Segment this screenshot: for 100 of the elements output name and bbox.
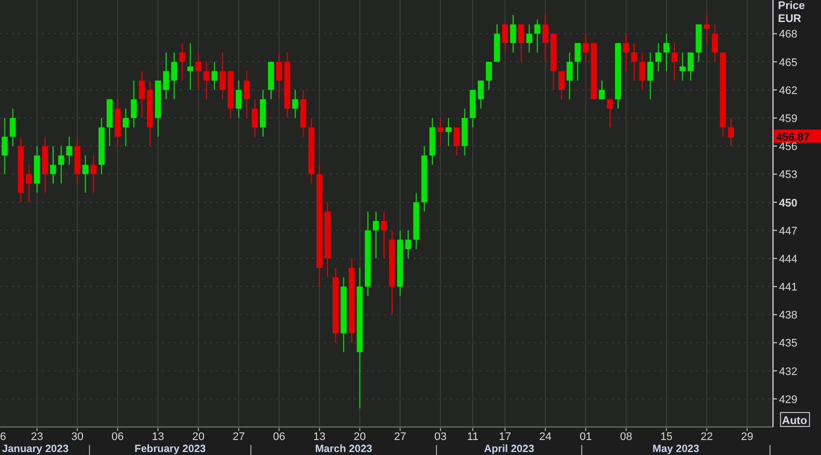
candlestick bbox=[292, 89, 298, 118]
candlestick bbox=[462, 108, 468, 156]
axis-label: 01 bbox=[580, 431, 592, 443]
axis-label: 23 bbox=[30, 431, 44, 443]
candlestick bbox=[704, 14, 710, 44]
candlestick bbox=[421, 146, 428, 212]
axis-label: 22 bbox=[700, 431, 713, 443]
candlestick bbox=[429, 117, 436, 166]
candlestick bbox=[566, 52, 573, 100]
candlestick bbox=[615, 42, 622, 110]
axis-label: 453 bbox=[779, 169, 798, 182]
candlestick bbox=[502, 24, 508, 53]
candlestick bbox=[381, 211, 387, 259]
candlestick bbox=[228, 70, 234, 118]
candlestick bbox=[574, 42, 581, 82]
month-label: January 2023 bbox=[2, 443, 69, 455]
candlestick bbox=[155, 80, 162, 138]
candlestick bbox=[146, 80, 153, 147]
candlestick bbox=[308, 117, 314, 184]
candlestick bbox=[405, 230, 412, 259]
candlestick bbox=[672, 42, 678, 82]
axis-label: 456 bbox=[779, 141, 798, 154]
candlestick bbox=[550, 33, 556, 90]
axis-label: 27 bbox=[232, 431, 245, 443]
candlestick bbox=[454, 126, 460, 156]
auto-button[interactable]: Auto bbox=[780, 412, 810, 427]
axis-label: 465 bbox=[779, 56, 798, 69]
axis-label: 30 bbox=[71, 431, 84, 443]
axis-label: 13 bbox=[152, 431, 164, 443]
axis-label: 429 bbox=[779, 394, 798, 406]
axis-label: 11 bbox=[467, 431, 478, 443]
candlestick bbox=[74, 136, 80, 184]
candlestick bbox=[663, 33, 670, 72]
candlestick bbox=[582, 33, 589, 62]
candlestick bbox=[18, 136, 24, 203]
candlestick bbox=[130, 80, 137, 128]
candlestick bbox=[187, 42, 194, 90]
axis-label: 468 bbox=[779, 28, 798, 41]
candlestick bbox=[470, 89, 476, 128]
candlestick bbox=[623, 33, 630, 72]
candlestick bbox=[655, 42, 662, 72]
axis-label: 24 bbox=[539, 431, 552, 443]
axis-label: 444 bbox=[779, 253, 798, 266]
candlestick bbox=[478, 80, 484, 110]
candlestick bbox=[397, 230, 404, 296]
candlestick bbox=[212, 61, 218, 90]
price-tag: 456.87 bbox=[774, 130, 821, 144]
candlestick bbox=[300, 89, 306, 138]
candlestick bbox=[558, 70, 565, 100]
candlestick bbox=[639, 52, 646, 90]
axis-label: 06 bbox=[112, 431, 124, 443]
candlestick bbox=[728, 117, 734, 147]
candlestick bbox=[90, 154, 96, 194]
candlestick bbox=[276, 52, 282, 100]
candlestick bbox=[114, 98, 121, 147]
candlestick bbox=[534, 19, 540, 53]
candlestick bbox=[526, 24, 532, 53]
candlestick bbox=[58, 146, 64, 184]
candlestick bbox=[66, 136, 72, 166]
axis-label: 438 bbox=[779, 310, 798, 322]
candlestick bbox=[138, 70, 145, 118]
axis-label: 13 bbox=[313, 431, 326, 443]
axis-label: 450 bbox=[779, 197, 798, 210]
candlestick bbox=[2, 117, 8, 175]
axis-label: 29 bbox=[741, 431, 754, 443]
axis-label: 432 bbox=[779, 366, 798, 378]
candlestick bbox=[268, 61, 274, 100]
candlestick bbox=[98, 117, 105, 175]
candlestick bbox=[486, 61, 492, 90]
axis-label: 462 bbox=[779, 84, 798, 97]
candlestick bbox=[437, 117, 444, 147]
candlestick bbox=[446, 117, 452, 147]
axis-label: 27 bbox=[394, 431, 406, 443]
candlestick bbox=[106, 98, 113, 147]
candlestick bbox=[647, 52, 654, 100]
candlestick bbox=[413, 192, 420, 250]
axis-title: Price bbox=[778, 0, 805, 12]
candlestick bbox=[42, 136, 48, 194]
axis-label: 06 bbox=[272, 431, 286, 443]
candlestick bbox=[372, 211, 379, 259]
candlestick bbox=[510, 14, 516, 53]
axis-label: 15 bbox=[660, 431, 673, 443]
candlestick bbox=[542, 14, 548, 62]
candlestick bbox=[220, 52, 226, 100]
candlestick bbox=[179, 42, 186, 82]
axis-label: 17 bbox=[498, 431, 512, 443]
candlestick bbox=[50, 146, 56, 184]
candlestick bbox=[712, 24, 718, 62]
candlestick bbox=[696, 24, 702, 62]
candlestick bbox=[163, 52, 170, 100]
candlestick bbox=[598, 80, 605, 100]
axis-label: 441 bbox=[779, 282, 798, 294]
candlestick bbox=[260, 89, 266, 138]
axis-label: 6 bbox=[0, 431, 6, 443]
axis-label: 435 bbox=[779, 338, 798, 350]
candlestick bbox=[34, 146, 40, 194]
candlestick bbox=[82, 154, 88, 194]
candlestick bbox=[631, 42, 638, 82]
candlestick bbox=[680, 52, 686, 82]
candlestick bbox=[606, 98, 613, 128]
